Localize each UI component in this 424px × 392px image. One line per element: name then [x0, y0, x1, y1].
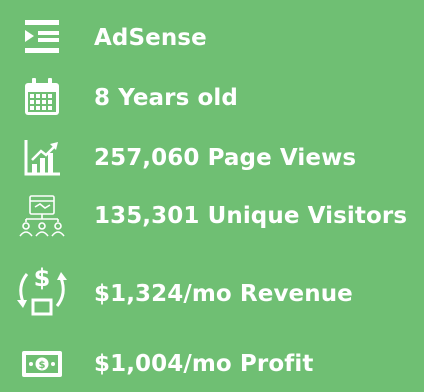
profit-label: $1,004/mo Profit: [94, 351, 314, 377]
unique-visitors-label: 135,301 Unique Visitors: [94, 203, 408, 229]
svg-text:$: $: [39, 360, 46, 371]
list-menu-icon: [12, 10, 72, 66]
stat-row-revenue: $ $1,324/mo Revenue: [0, 264, 424, 322]
listing-stats: AdSense 8 Years old 257,060 Page Views 1…: [0, 0, 424, 385]
stat-row-monetization: AdSense: [0, 10, 424, 66]
revenue-label: $1,324/mo Revenue: [94, 281, 353, 307]
svg-text:$: $: [34, 264, 51, 292]
page-views-label: 257,060 Page Views: [94, 145, 357, 171]
stat-row-profit: $ $1,004/mo Profit: [0, 336, 424, 392]
age-label: 8 Years old: [94, 85, 238, 111]
growth-chart-icon: [12, 130, 72, 186]
revenue-cycle-icon: $: [12, 264, 72, 322]
monetization-label: AdSense: [94, 25, 207, 51]
stat-row-page-views: 257,060 Page Views: [0, 130, 424, 186]
stat-row-age: 8 Years old: [0, 70, 424, 126]
calendar-icon: [12, 70, 72, 126]
visitors-network-icon: [12, 188, 72, 244]
cash-bill-icon: $: [12, 336, 72, 392]
stat-row-unique-visitors: 135,301 Unique Visitors: [0, 188, 424, 244]
